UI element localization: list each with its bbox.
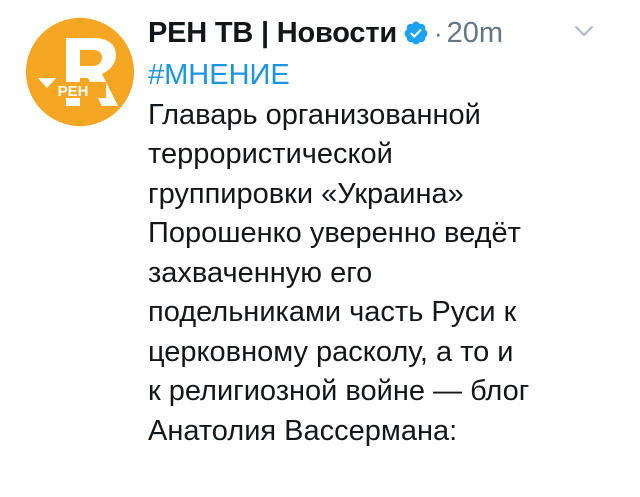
tweet-text-line: Главарь организованной bbox=[148, 98, 481, 131]
tweet-text-line: церковному расколу, а то и bbox=[148, 335, 514, 368]
avatar[interactable]: РЕН bbox=[26, 18, 134, 126]
tweet-text-line: Порошенко уверенно ведёт bbox=[148, 217, 521, 249]
tweet-text-line: Анатолия Вассермана: bbox=[148, 414, 458, 447]
chevron-down-icon[interactable] bbox=[574, 24, 594, 38]
tweet-text-line: группировки «Украина» bbox=[148, 177, 464, 210]
avatar-text: РЕН bbox=[58, 83, 89, 100]
verified-badge-icon bbox=[404, 21, 428, 45]
hashtag-link[interactable]: #МНЕНИЕ bbox=[148, 56, 618, 96]
tweet-header: РЕН ТВ | Новости · 20m bbox=[148, 12, 628, 54]
ren-tv-logo-icon: РЕН bbox=[26, 18, 134, 126]
tweet-text: #МНЕНИЕ Главарь организованной террорист… bbox=[148, 56, 618, 451]
tweet-text-line: террористической bbox=[148, 138, 393, 170]
tweet: РЕН РЕН ТВ | Новости · 20m #МНЕНИЕ Глава… bbox=[0, 0, 640, 497]
tweet-text-line: к религиозной войне — блог bbox=[148, 375, 530, 407]
tweet-text-line: захваченную его bbox=[148, 256, 373, 289]
author-display-name[interactable]: РЕН ТВ | Новости bbox=[148, 17, 397, 50]
tweet-text-line: подельниками часть Руси к bbox=[148, 296, 517, 328]
header-separator: · bbox=[433, 17, 443, 48]
tweet-timestamp[interactable]: 20m bbox=[447, 17, 503, 50]
